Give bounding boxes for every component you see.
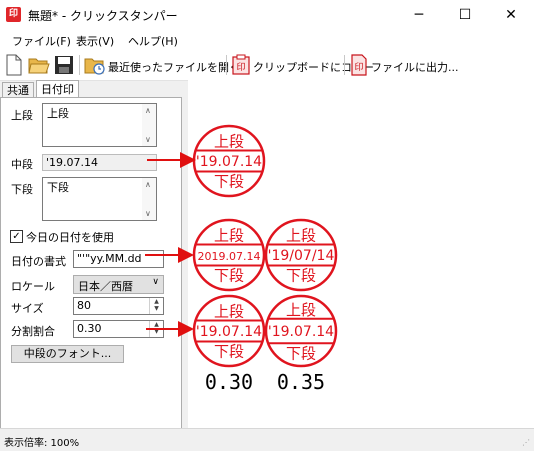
resize-grip-icon[interactable]: ⋰ (522, 438, 530, 447)
date-stamp: 上段 '19.07.14 下段 (264, 294, 338, 368)
date-stamp: 上段 '19.07.14 下段 (192, 294, 266, 368)
stamp-bottom-text: 下段 (214, 267, 244, 285)
stamp-bottom-text: 下段 (214, 173, 244, 191)
stamp-middle-text: '19.07.14 (196, 154, 262, 170)
stamp-top-text: 上段 (214, 303, 244, 321)
stamp-middle-text: '19.07.14 (268, 324, 334, 340)
ratio-caption: 0.30 (205, 370, 253, 394)
stamp-middle-text: 2019.07.14 (198, 250, 261, 263)
zoom-status: 表示倍率: 100% (4, 438, 80, 449)
date-stamp: 上段 '19/07/14 下段 (264, 218, 338, 292)
stamp-top-text: 上段 (214, 133, 244, 151)
stamp-middle-text: '19.07.14 (196, 324, 262, 340)
stamp-bottom-text: 下段 (214, 343, 244, 361)
stamp-top-text: 上段 (286, 227, 316, 245)
stamp-middle-text: '19/07/14 (268, 248, 335, 264)
stamp-bottom-text: 下段 (286, 267, 316, 285)
stamp-preview: 上段'19.07.14下段上段2019.07.14下段上段'19/07/14下段… (145, 124, 338, 394)
ratio-caption: 0.35 (277, 370, 325, 394)
stamp-top-text: 上段 (214, 227, 244, 245)
status-bar: 表示倍率: 100% ⋰ (0, 428, 534, 451)
stamp-bottom-text: 下段 (286, 344, 316, 362)
date-stamp: 上段 2019.07.14 下段 (192, 218, 266, 292)
stamp-top-text: 上段 (286, 301, 316, 319)
date-stamp: 上段 '19.07.14 下段 (192, 124, 266, 198)
